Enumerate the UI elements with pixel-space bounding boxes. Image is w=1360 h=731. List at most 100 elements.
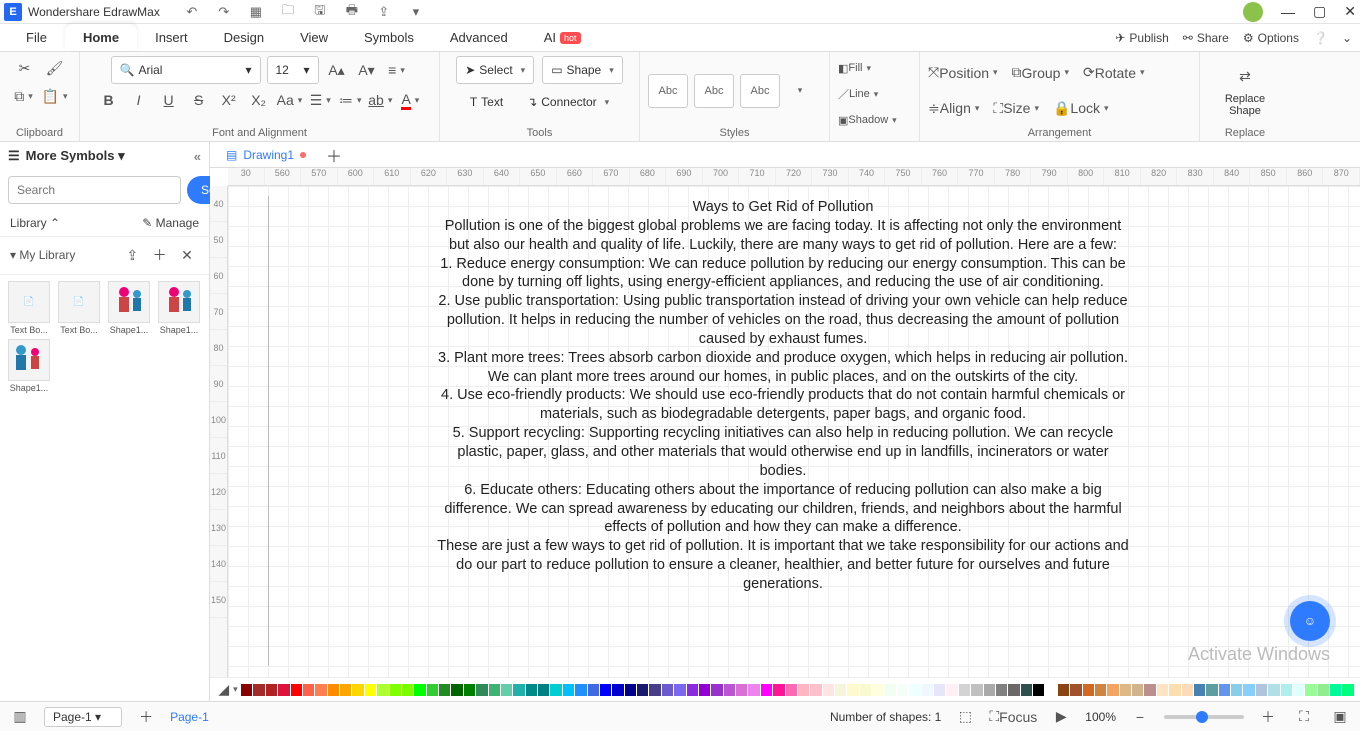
color-swatch[interactable]	[1231, 684, 1242, 696]
color-swatch[interactable]	[352, 684, 363, 696]
color-swatch[interactable]	[414, 684, 425, 696]
color-swatch[interactable]	[402, 684, 413, 696]
color-picker-icon[interactable]: ◢	[216, 678, 240, 702]
help-button[interactable]: ❔	[1313, 31, 1328, 45]
style-preset-1[interactable]: Abc	[648, 74, 688, 108]
font-color-icon[interactable]: A	[398, 88, 422, 112]
color-swatch[interactable]	[340, 684, 351, 696]
share-button[interactable]: ⚯Share	[1183, 31, 1229, 45]
lib-close-icon[interactable]: ✕	[175, 244, 199, 268]
lock-button[interactable]: 🔒 Lock	[1053, 96, 1109, 120]
pages-panel-icon[interactable]: ▥	[8, 705, 32, 729]
color-swatch[interactable]	[501, 684, 512, 696]
highlight-icon[interactable]: ab	[368, 88, 392, 112]
page-tab[interactable]: Page-1	[170, 710, 209, 724]
font-name-select[interactable]: 🔍Arial▾	[111, 56, 261, 84]
color-swatch[interactable]	[451, 684, 462, 696]
menu-advanced[interactable]: Advanced	[432, 24, 526, 51]
fullscreen-icon[interactable]: ▣	[1328, 705, 1352, 729]
underline-icon[interactable]: U	[157, 88, 181, 112]
color-swatch[interactable]	[1219, 684, 1230, 696]
add-page-button[interactable]: ＋	[134, 705, 158, 729]
color-swatch[interactable]	[1045, 684, 1056, 696]
paste-icon[interactable]: 📋	[42, 84, 68, 108]
color-swatch[interactable]	[1330, 684, 1341, 696]
color-swatch[interactable]	[1021, 684, 1032, 696]
color-swatch[interactable]	[748, 684, 759, 696]
print-icon[interactable]: 🖶	[340, 0, 364, 24]
color-swatch[interactable]	[625, 684, 636, 696]
color-swatch[interactable]	[885, 684, 896, 696]
line-button[interactable]: ／ Line	[838, 82, 878, 106]
increase-font-icon[interactable]: A▴	[325, 58, 349, 82]
symbol-search-input[interactable]	[8, 176, 181, 204]
color-swatch[interactable]	[513, 684, 524, 696]
bullets-icon[interactable]: ☰	[308, 88, 332, 112]
color-swatch[interactable]	[1256, 684, 1267, 696]
color-swatch[interactable]	[1318, 684, 1329, 696]
doc-tab-drawing1[interactable]: ▤ Drawing1	[216, 145, 316, 165]
color-swatch[interactable]	[1206, 684, 1217, 696]
styles-more-icon[interactable]	[786, 79, 810, 103]
color-swatch[interactable]	[266, 684, 277, 696]
color-swatch[interactable]	[996, 684, 1007, 696]
color-swatch[interactable]	[984, 684, 995, 696]
qat-more-icon[interactable]: ▾	[404, 0, 428, 24]
color-swatch[interactable]	[365, 684, 376, 696]
color-swatch[interactable]	[1305, 684, 1316, 696]
publish-button[interactable]: ✈Publish	[1115, 31, 1168, 45]
color-swatch[interactable]	[1268, 684, 1279, 696]
color-swatch[interactable]	[303, 684, 314, 696]
color-swatch[interactable]	[687, 684, 698, 696]
sidebar-title[interactable]: More Symbols ▾	[26, 148, 125, 164]
size-button[interactable]: ⛶ Size	[993, 96, 1039, 120]
color-swatch[interactable]	[476, 684, 487, 696]
color-swatch[interactable]	[241, 684, 252, 696]
color-swatch[interactable]	[377, 684, 388, 696]
color-swatch[interactable]	[1194, 684, 1205, 696]
color-swatch[interactable]	[897, 684, 908, 696]
position-button[interactable]: ⤧ Position	[928, 61, 998, 85]
new-icon[interactable]: ▦	[244, 0, 268, 24]
color-swatch[interactable]	[798, 684, 809, 696]
color-swatch[interactable]	[1033, 684, 1044, 696]
color-swatch[interactable]	[1144, 684, 1155, 696]
text-shape[interactable]: Ways to Get Rid of Pollution Pollution i…	[433, 198, 1133, 594]
add-tab-button[interactable]: ＋	[326, 143, 342, 167]
color-swatch[interactable]	[835, 684, 846, 696]
fit-page-icon[interactable]: ⛶	[1292, 705, 1316, 729]
page-selector[interactable]: Page-1 ▾	[44, 707, 122, 727]
color-swatch[interactable]	[328, 684, 339, 696]
color-swatch[interactable]	[1281, 684, 1292, 696]
collapse-sidebar-icon[interactable]: «	[194, 149, 201, 164]
color-swatch[interactable]	[439, 684, 450, 696]
close-button[interactable]: ✕	[1344, 3, 1356, 20]
color-swatch[interactable]	[761, 684, 772, 696]
font-size-select[interactable]: 12▾	[267, 56, 319, 84]
color-swatch[interactable]	[847, 684, 858, 696]
export-icon[interactable]: ⇪	[372, 0, 396, 24]
presentation-icon[interactable]: ▶	[1049, 705, 1073, 729]
shape-tool[interactable]: ▭Shape	[542, 56, 623, 84]
maximize-button[interactable]: ▢	[1313, 3, 1326, 20]
menu-symbols[interactable]: Symbols	[346, 24, 432, 51]
menu-insert[interactable]: Insert	[137, 24, 206, 51]
library-dropdown[interactable]: Library ⌃	[10, 216, 60, 230]
color-swatch[interactable]	[563, 684, 574, 696]
symbol-thumb[interactable]: 📄Text Bo...	[56, 281, 102, 335]
zoom-out-button[interactable]: −	[1128, 705, 1152, 729]
canvas[interactable]: Ways to Get Rid of Pollution Pollution i…	[228, 186, 1360, 677]
connector-tool[interactable]: ↴Connector	[519, 88, 617, 116]
color-swatch[interactable]	[674, 684, 685, 696]
user-avatar-icon[interactable]	[1243, 2, 1263, 22]
symbol-thumb[interactable]: Shape1...	[6, 339, 52, 393]
menu-view[interactable]: View	[282, 24, 346, 51]
replace-shape-icon[interactable]: ⇄	[1233, 65, 1257, 89]
color-swatch[interactable]	[612, 684, 623, 696]
color-swatch[interactable]	[1095, 684, 1106, 696]
align-button[interactable]: ≑ Align	[928, 96, 979, 120]
color-swatch[interactable]	[1132, 684, 1143, 696]
my-library-label[interactable]: ▾ My Library	[10, 248, 75, 262]
symbol-thumb[interactable]: 📄Text Bo...	[6, 281, 52, 335]
style-preset-2[interactable]: Abc	[694, 74, 734, 108]
